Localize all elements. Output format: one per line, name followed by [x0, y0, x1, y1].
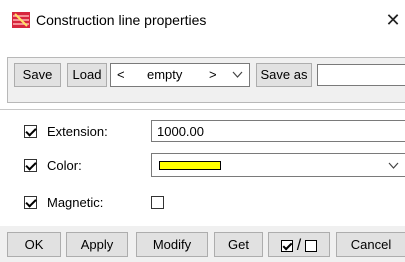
color-swatch [159, 161, 221, 170]
extension-label: Extension: [47, 124, 108, 139]
extension-checkbox[interactable] [24, 125, 37, 138]
ok-button[interactable]: OK [7, 232, 61, 257]
magnetic-value-checkbox[interactable] [151, 196, 164, 209]
app-icon [12, 12, 30, 28]
chevron-down-icon [232, 71, 243, 78]
extension-field[interactable]: 1000.00 [151, 120, 405, 142]
check-all-icon [281, 239, 294, 252]
window-title: Construction line properties [36, 12, 207, 28]
save-button[interactable]: Save [14, 63, 61, 87]
toggle-all-button[interactable]: / [268, 232, 330, 257]
save-as-input[interactable] [317, 64, 405, 86]
preset-dropdown[interactable]: < empty > [110, 63, 250, 87]
close-icon[interactable]: ✕ [381, 8, 405, 32]
modify-button[interactable]: Modify [136, 232, 208, 257]
toggle-separator: / [296, 237, 302, 255]
apply-button[interactable]: Apply [66, 232, 128, 257]
color-checkbox[interactable] [24, 159, 37, 172]
title-bar: Construction line properties ✕ [0, 0, 405, 40]
preset-value: empty [147, 67, 183, 82]
load-button[interactable]: Load [67, 63, 107, 87]
color-dropdown[interactable] [151, 153, 405, 177]
save-as-button[interactable]: Save as [256, 63, 312, 87]
cancel-button[interactable]: Cancel [336, 232, 405, 257]
chevron-down-icon [388, 162, 399, 169]
uncheck-all-icon [304, 239, 317, 252]
divider [0, 109, 405, 110]
preset-next-indicator: > [209, 67, 217, 82]
get-button[interactable]: Get [214, 232, 263, 257]
magnetic-label: Magnetic: [47, 195, 104, 210]
extension-value: 1000.00 [157, 124, 204, 139]
magnetic-checkbox[interactable] [24, 196, 37, 209]
color-label: Color: [47, 158, 82, 173]
preset-prev-indicator: < [117, 67, 125, 82]
